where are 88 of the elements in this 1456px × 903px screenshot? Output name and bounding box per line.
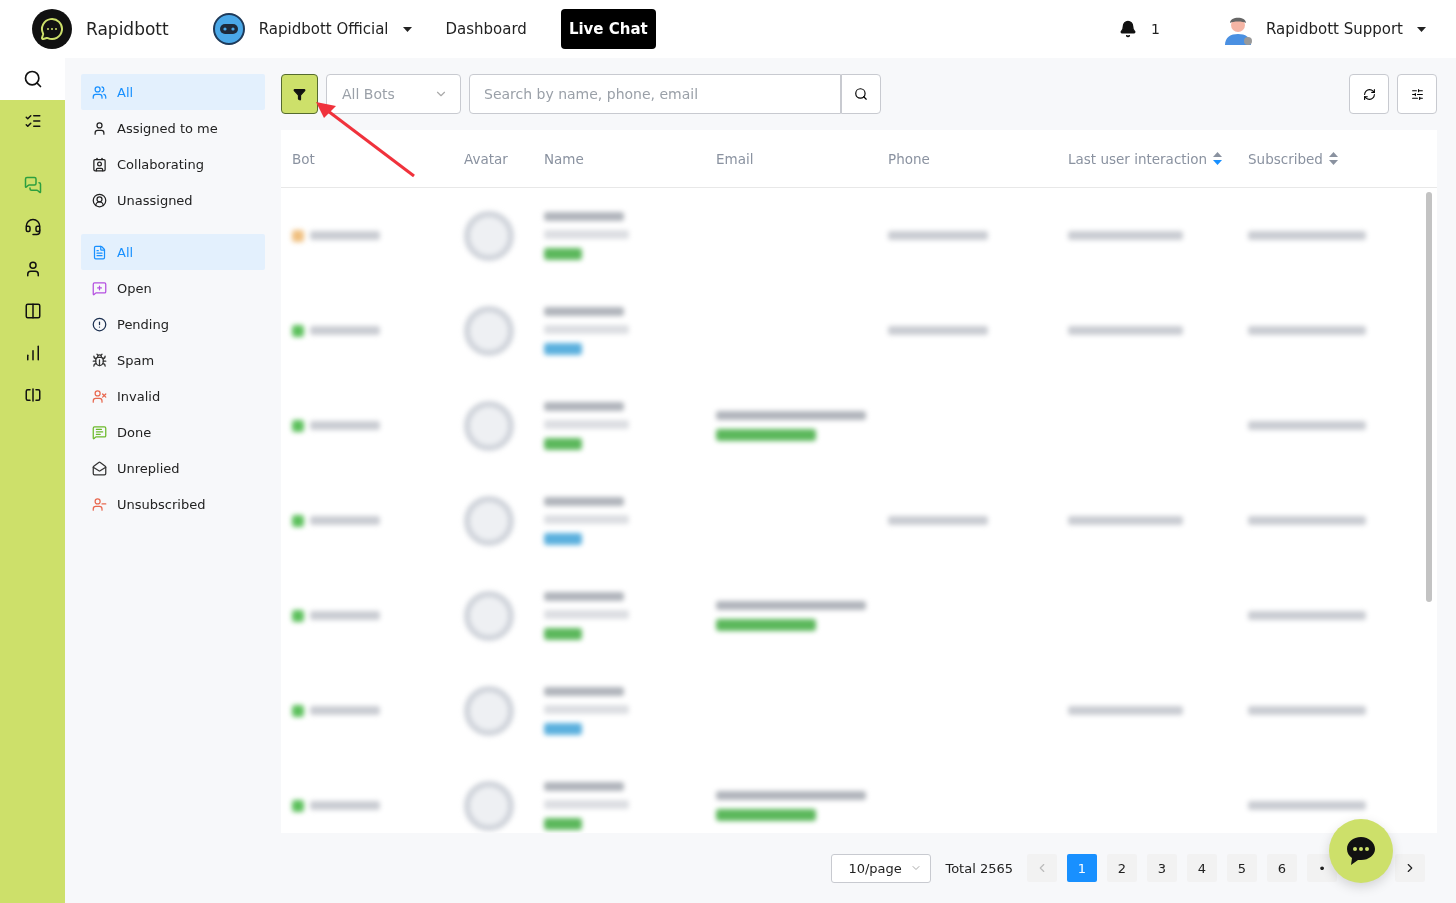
sort-icon[interactable] bbox=[1328, 152, 1338, 165]
person-circle-icon bbox=[92, 192, 107, 208]
bot-icon bbox=[292, 799, 304, 812]
filter-item[interactable]: Unsubscribed bbox=[81, 486, 265, 522]
filter-item[interactable]: Unassigned bbox=[81, 182, 265, 218]
bot-icon bbox=[292, 704, 304, 717]
filter-item[interactable]: Collaborating bbox=[81, 146, 265, 182]
avatar-icon bbox=[464, 685, 514, 736]
column-header: Subscribed bbox=[1248, 150, 1323, 167]
scrollbar[interactable] bbox=[1426, 192, 1432, 602]
more-pages-button[interactable]: • bbox=[1307, 854, 1337, 882]
sliders-icon bbox=[1410, 87, 1424, 101]
checklist-icon bbox=[23, 112, 42, 130]
filter-item[interactable]: Assigned to me bbox=[81, 110, 265, 146]
person-icon bbox=[92, 120, 107, 136]
filter-item[interactable]: Spam bbox=[81, 342, 265, 378]
filter-button[interactable] bbox=[281, 74, 318, 114]
filter-icon bbox=[293, 87, 306, 101]
notification-count: 1 bbox=[1151, 21, 1160, 37]
user-name[interactable]: Rapidbott Support bbox=[1265, 20, 1403, 38]
column-header: Bot bbox=[292, 150, 315, 167]
filter-item[interactable]: Open bbox=[81, 270, 265, 306]
search-field[interactable]: Search by name, phone, email bbox=[469, 74, 841, 114]
filter-item[interactable]: Unreplied bbox=[81, 450, 265, 486]
page-button[interactable]: 3 bbox=[1147, 854, 1177, 882]
bot-icon bbox=[292, 229, 304, 242]
refresh-button[interactable] bbox=[1349, 74, 1389, 114]
page-size-select[interactable]: 10/page bbox=[831, 853, 932, 883]
headset-icon bbox=[23, 218, 42, 236]
filter-item[interactable]: Invalid bbox=[81, 378, 265, 414]
alert-circle-icon bbox=[92, 316, 107, 332]
bot-icon bbox=[292, 514, 304, 527]
avatar-icon bbox=[464, 400, 514, 451]
blurred-text bbox=[310, 231, 380, 240]
search-button[interactable] bbox=[841, 74, 881, 114]
page-button[interactable]: 5 bbox=[1227, 854, 1257, 882]
workspace-name[interactable]: Rapidbott Official bbox=[258, 20, 389, 38]
caret-icon[interactable] bbox=[402, 26, 412, 32]
column-header: Phone bbox=[888, 150, 930, 167]
document-icon bbox=[92, 244, 107, 260]
blurred-text bbox=[310, 801, 380, 810]
chat-bubble-icon bbox=[1345, 836, 1377, 866]
chat-bubbles-icon bbox=[23, 176, 42, 194]
split-square-icon bbox=[23, 386, 42, 404]
page-button[interactable]: 4 bbox=[1187, 854, 1217, 882]
total-count: Total 2565 bbox=[945, 860, 1013, 876]
column-header: Name bbox=[544, 150, 584, 167]
robot-avatar-icon bbox=[212, 13, 245, 45]
columns-icon bbox=[23, 302, 42, 320]
avatar-icon bbox=[464, 495, 514, 546]
person-x-icon bbox=[92, 388, 107, 404]
blurred-text bbox=[310, 421, 380, 430]
person-minus-icon bbox=[92, 496, 107, 512]
avatar-icon bbox=[464, 780, 514, 831]
blurred-text bbox=[310, 326, 380, 335]
avatar-icon bbox=[464, 210, 514, 261]
avatar-icon bbox=[464, 305, 514, 356]
blurred-text bbox=[310, 706, 380, 715]
nav-link[interactable]: Live Chat bbox=[560, 9, 656, 49]
page-button[interactable]: 2 bbox=[1107, 854, 1137, 882]
page-button[interactable]: 6 bbox=[1267, 854, 1297, 882]
nav-link[interactable]: Dashboard bbox=[437, 9, 535, 49]
search-icon bbox=[854, 87, 868, 101]
bot-icon bbox=[292, 609, 304, 622]
blurred-text bbox=[310, 611, 380, 620]
avatar-icon bbox=[464, 590, 514, 641]
column-header: Avatar bbox=[464, 150, 508, 167]
brand-name: Rapidbott bbox=[86, 19, 169, 39]
contact-card-icon bbox=[92, 156, 107, 172]
bot-icon bbox=[292, 419, 304, 432]
bot-icon bbox=[292, 324, 304, 337]
blurred-text bbox=[310, 516, 380, 525]
refresh-icon bbox=[1362, 87, 1376, 101]
column-header: Last user interaction bbox=[1068, 150, 1208, 167]
caret-icon[interactable] bbox=[1417, 26, 1426, 32]
sort-icon[interactable] bbox=[1213, 152, 1223, 165]
logo-icon bbox=[32, 9, 72, 49]
bug-icon bbox=[92, 352, 107, 368]
filter-item[interactable]: Done bbox=[81, 414, 265, 450]
bell-icon[interactable] bbox=[1119, 20, 1138, 38]
search-icon bbox=[22, 69, 43, 89]
settings-button[interactable] bbox=[1397, 74, 1437, 114]
message-plus-icon bbox=[92, 280, 107, 296]
people-icon bbox=[92, 84, 107, 100]
open-envelope-icon bbox=[92, 460, 107, 476]
column-header: Email bbox=[716, 150, 754, 167]
filter-item[interactable]: Pending bbox=[81, 306, 265, 342]
rail-button[interactable] bbox=[0, 58, 65, 100]
